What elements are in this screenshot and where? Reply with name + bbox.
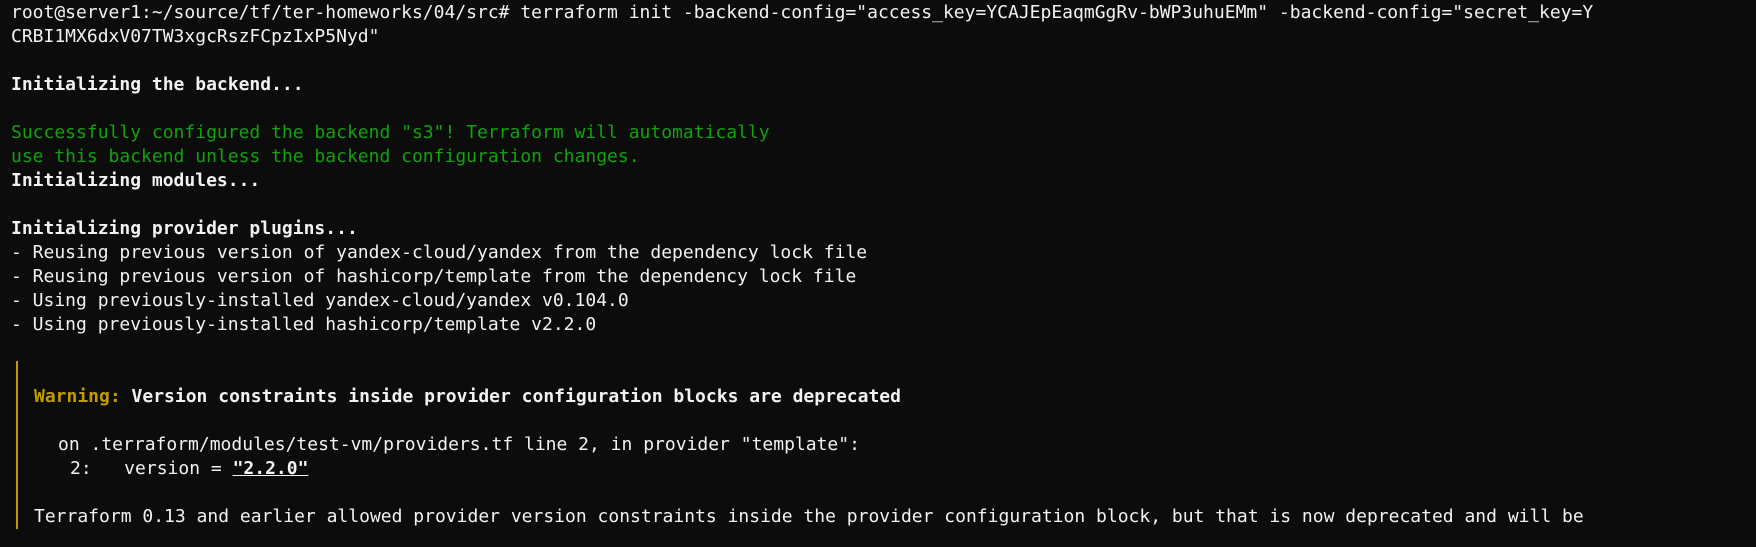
plugin-line: - Using previously-installed hashicorp/t… [11, 314, 597, 335]
warning-code-value: "2.2.0" [232, 458, 309, 479]
success-line-1: Successfully configured the backend "s3"… [11, 122, 770, 143]
init-plugins-line: Initializing provider plugins... [11, 218, 358, 239]
plugin-line: - Reusing previous version of hashicorp/… [11, 266, 857, 287]
warning-message: Version constraints inside provider conf… [120, 386, 901, 407]
init-backend-line: Initializing the backend... [11, 74, 304, 95]
warning-header: Warning: Version constraints inside prov… [34, 385, 1756, 409]
command-line-1: root@server1:~/source/tf/ter-homeworks/0… [11, 2, 1594, 23]
warning-block: Warning: Version constraints inside prov… [16, 361, 1756, 529]
plugin-line: - Using previously-installed yandex-clou… [11, 290, 629, 311]
warning-label: Warning: [34, 386, 121, 407]
warning-code-line: 2: version = "2.2.0" [34, 457, 1756, 481]
warning-detail: Terraform 0.13 and earlier allowed provi… [34, 506, 1584, 527]
command-line-2: CRBI1MX6dxV07TW3xgcRszFCpzIxP5Nyd" [11, 26, 380, 47]
warning-code-prefix: 2: version = [70, 458, 233, 479]
warning-location: on .terraform/modules/test-vm/providers.… [58, 434, 860, 455]
plugin-line: - Reusing previous version of yandex-clo… [11, 242, 868, 263]
success-line-2: use this backend unless the backend conf… [11, 146, 640, 167]
init-modules-line: Initializing modules... [11, 170, 261, 191]
terminal-window[interactable]: root@server1:~/source/tf/ter-homeworks/0… [0, 0, 1756, 547]
